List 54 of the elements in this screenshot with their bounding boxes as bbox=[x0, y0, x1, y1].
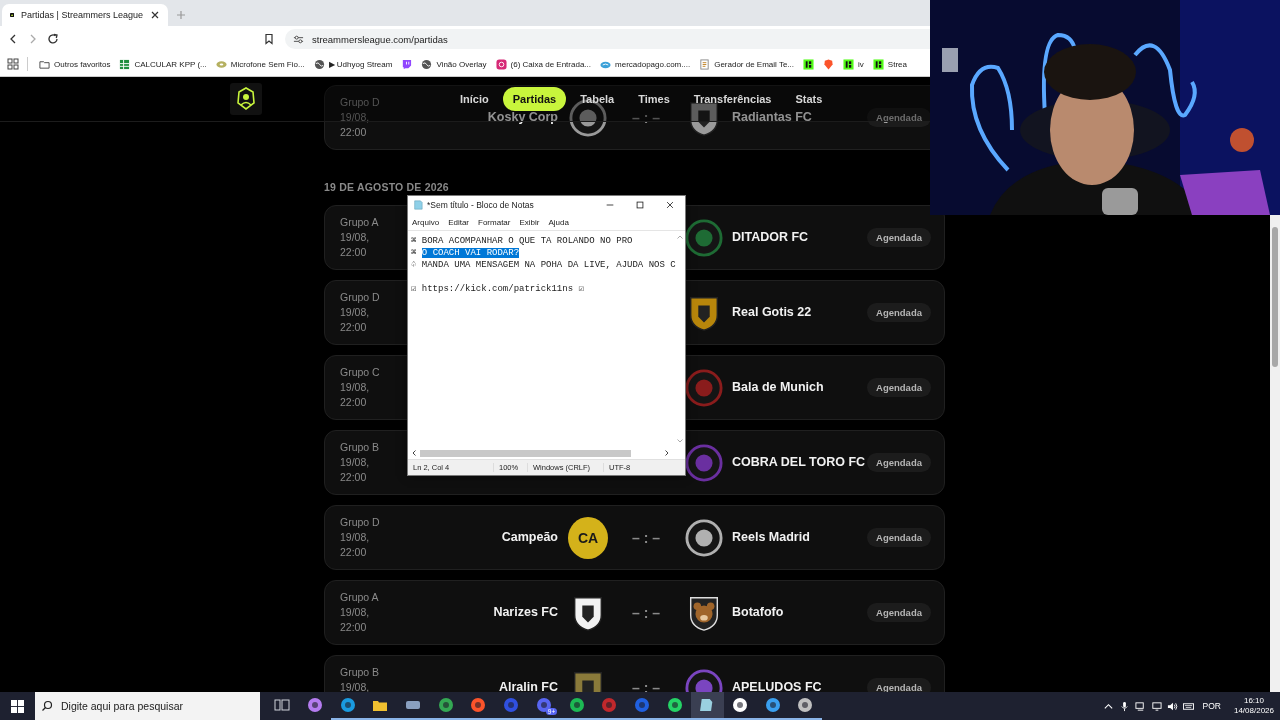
tab-title: Partidas | Streammers League bbox=[21, 10, 143, 20]
window-title: *Sem título - Bloco de Notas bbox=[427, 200, 535, 210]
line-text: ⌘ bbox=[411, 248, 418, 258]
status-badge: Agendada bbox=[867, 528, 931, 547]
team-name: APELUDOS FC bbox=[731, 680, 823, 692]
group-label: Grupo D bbox=[340, 290, 380, 305]
status-badge: Agendada bbox=[867, 303, 931, 322]
match-date: 19/08, bbox=[340, 455, 370, 470]
match-time: 22:00 bbox=[340, 470, 367, 485]
team-name: DITADOR FC bbox=[731, 230, 810, 245]
score: – : – bbox=[631, 680, 661, 692]
team-name: Narizes FC bbox=[492, 605, 559, 620]
group-label: Grupo D bbox=[340, 95, 380, 110]
team-name: Kosky Corp bbox=[486, 110, 559, 125]
match-time: 22:00 bbox=[340, 245, 367, 260]
group-label: Grupo A bbox=[340, 215, 379, 230]
team-name: Real Gotis 22 bbox=[731, 305, 813, 320]
team-name: Alralin FC bbox=[497, 680, 559, 692]
status-badge: Agendada bbox=[867, 453, 931, 472]
match-date: 19/08, bbox=[340, 380, 370, 395]
match-time: 22:00 bbox=[340, 395, 367, 410]
match-date: 19/08, bbox=[340, 305, 370, 320]
line-text: ⌘ BORA ACOMPANHAR O QUE TA ROLANDO NO PRO bbox=[411, 236, 633, 246]
line-text: ♤ MANDA UMA MENSAGEM NA POHA DA LIVE, AJUDA NOS C bbox=[411, 260, 676, 270]
match-date: 19/08, bbox=[340, 680, 370, 692]
match-time: 22:00 bbox=[340, 545, 367, 560]
match-date: 19/08, bbox=[340, 530, 370, 545]
group-label: Grupo B bbox=[340, 440, 380, 455]
score: – : – bbox=[631, 530, 661, 545]
date-heading: 19 DE AGOSTO DE 2026 bbox=[324, 181, 450, 193]
match-time: 22:00 bbox=[340, 620, 367, 635]
team-name: Botafofo bbox=[731, 605, 785, 620]
match-time: 22:00 bbox=[340, 125, 367, 140]
selected-text: O COACH VAI RODAR? bbox=[421, 248, 520, 258]
group-label: Grupo B bbox=[340, 665, 380, 680]
team-name: COBRA DEL TORO FC bbox=[731, 455, 867, 470]
line-text: ☑ https://kick.com/patrick11ns ☑ bbox=[411, 284, 584, 294]
team-name: Radiantas FC bbox=[731, 110, 813, 125]
team-name: Reels Madrid bbox=[731, 530, 811, 545]
group-label: Grupo A bbox=[340, 590, 379, 605]
match-date: 19/08, bbox=[340, 605, 370, 620]
group-label: Grupo D bbox=[340, 515, 380, 530]
group-label: Grupo C bbox=[340, 365, 380, 380]
match-date: 19/08, bbox=[340, 230, 370, 245]
status-badge: Agendada bbox=[867, 378, 931, 397]
status-badge: Agendada bbox=[867, 603, 931, 622]
status-badge: Agendada bbox=[867, 228, 931, 247]
score: – : – bbox=[631, 605, 661, 620]
team-name: Bala de Munich bbox=[731, 380, 825, 395]
team-badge: CA bbox=[568, 516, 608, 559]
match-date: 19/08, bbox=[340, 110, 370, 125]
team-name: Campeão bbox=[500, 530, 559, 545]
match-time: 22:00 bbox=[340, 320, 367, 335]
status-badge: Agendada bbox=[867, 108, 931, 127]
